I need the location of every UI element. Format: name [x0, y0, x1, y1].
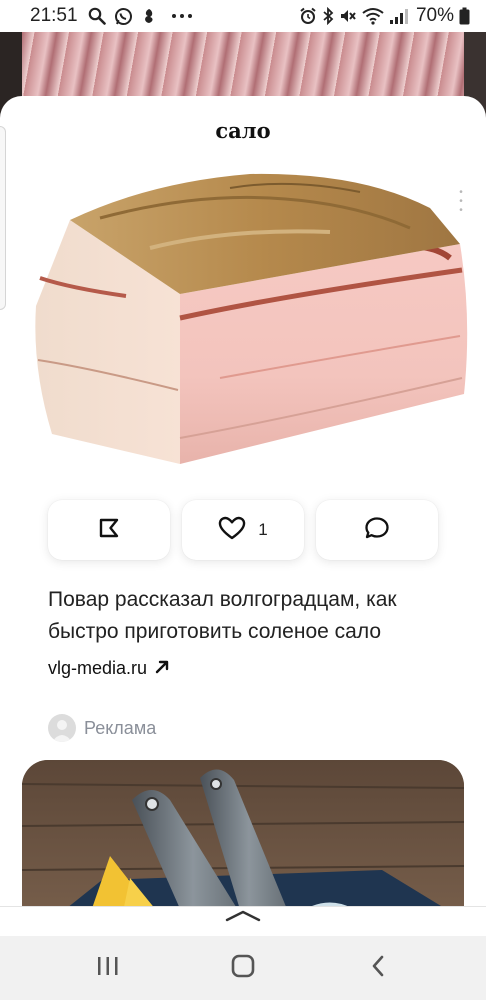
app-notification-icon [141, 7, 157, 25]
status-right: 70% [299, 5, 470, 27]
ad-avatar [48, 714, 76, 742]
home-button[interactable] [213, 943, 273, 993]
signal-icon [389, 7, 409, 25]
navigation-bar [0, 936, 486, 1000]
whatsapp-icon [114, 7, 133, 26]
arrow-up-right-icon [155, 658, 169, 679]
mute-icon [339, 7, 357, 25]
recent-apps-icon [96, 955, 120, 982]
article-sheet: сало • • • 1 Повар рассказал волгоградца… [0, 96, 486, 936]
more-options-icon[interactable]: • • • [456, 188, 466, 216]
article-title[interactable]: Повар рассказал волгоградцам, как быстро… [48, 584, 448, 648]
bottom-panel-strip[interactable] [0, 906, 486, 936]
status-left: 21:51 [30, 5, 193, 27]
comment-button[interactable] [316, 500, 438, 560]
source-link[interactable]: vlg-media.ru [48, 658, 169, 679]
wifi-icon [362, 7, 384, 25]
search-icon [88, 7, 106, 25]
ad-label: Реклама [84, 717, 157, 738]
chevron-up-icon[interactable] [225, 907, 261, 928]
alarm-icon [299, 7, 317, 25]
like-button[interactable]: 1 [182, 500, 304, 560]
sheet-title: сало [215, 118, 271, 143]
home-icon [230, 953, 256, 984]
back-icon [370, 954, 386, 983]
battery-icon [459, 7, 470, 25]
ad-row: Реклама [48, 714, 156, 742]
heart-icon [218, 516, 246, 545]
article-image[interactable] [30, 168, 470, 473]
comment-icon [364, 516, 390, 545]
status-bar: 21:51 70% [0, 0, 486, 32]
bookmark-button[interactable] [48, 500, 170, 560]
bluetooth-icon [322, 7, 334, 25]
battery-percent: 70% [415, 5, 454, 26]
recent-apps-button[interactable] [78, 943, 138, 993]
action-row: 1 [48, 500, 438, 560]
status-time: 21:51 [30, 5, 78, 26]
back-button[interactable] [348, 943, 408, 993]
edge-panel-handle[interactable] [0, 126, 6, 310]
like-count: 1 [258, 520, 268, 539]
more-notifications-icon [171, 13, 193, 19]
source-domain: vlg-media.ru [48, 658, 148, 678]
bookmark-icon [97, 516, 121, 545]
